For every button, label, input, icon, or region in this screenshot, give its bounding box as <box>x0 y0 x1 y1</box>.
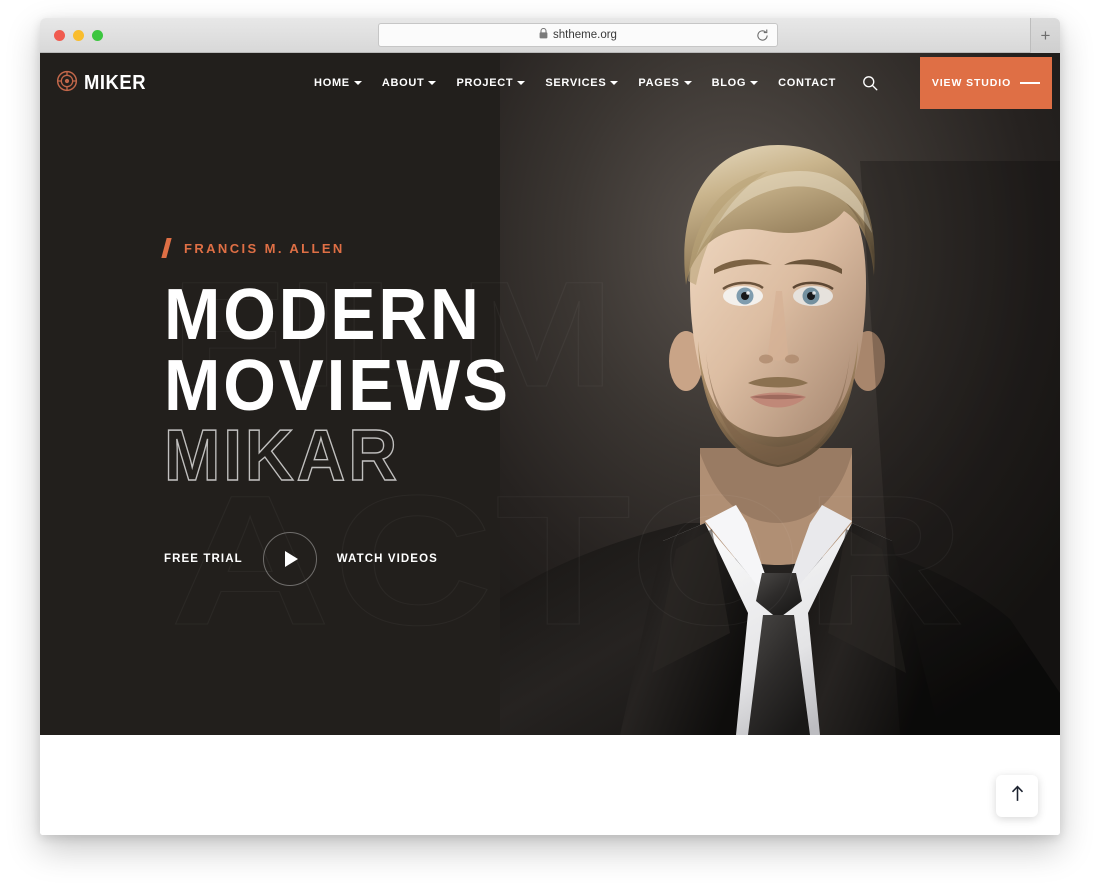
hero-headline: MODERN MOVIEWS MIKAR <box>163 275 511 497</box>
nav-item-project[interactable]: PROJECT <box>456 77 526 89</box>
nav-label: BLOG <box>711 77 747 89</box>
hero-actions: FREE TRIAL WATCH VIDEOS <box>164 531 533 586</box>
play-video-button[interactable] <box>262 531 317 586</box>
scroll-to-top-button[interactable] <box>996 775 1038 817</box>
hero-eyebrow: FRANCIS M. ALLEN <box>161 238 533 258</box>
reload-icon[interactable] <box>756 29 769 47</box>
nav-item-home[interactable]: HOME <box>314 77 362 89</box>
lock-icon <box>539 26 548 44</box>
nav-label: SERVICES <box>545 77 607 89</box>
chevron-down-icon <box>517 81 526 85</box>
hero-content: FRANCIS M. ALLEN MODERN MOVIEWS MIKAR FR… <box>161 238 533 586</box>
address-bar[interactable]: shtheme.org <box>378 23 778 47</box>
play-icon <box>285 550 299 567</box>
nav-item-pages[interactable]: PAGES <box>638 77 692 89</box>
dash-icon <box>1020 82 1041 84</box>
address-bar-content: shtheme.org <box>539 26 617 44</box>
headline-line-2: MOVIEWS <box>164 345 511 426</box>
chevron-down-icon <box>428 81 437 85</box>
nav-label: ABOUT <box>381 77 425 89</box>
page-body-below-hero <box>40 735 1060 835</box>
main-navigation: HOME ABOUT PROJECT SERVICES PAGES BLOG C… <box>314 57 1060 109</box>
nav-item-blog[interactable]: BLOG <box>712 77 759 89</box>
chevron-down-icon <box>610 81 619 85</box>
maximize-window-button[interactable] <box>92 29 103 41</box>
film-reel-icon <box>56 70 78 97</box>
nav-item-contact[interactable]: CONTACT <box>778 77 836 89</box>
view-studio-label: VIEW STUDIO <box>931 77 1012 89</box>
site-logo-text: MIKER <box>84 71 147 94</box>
nav-label: PROJECT <box>456 77 514 89</box>
hero-eyebrow-text: FRANCIS M. ALLEN <box>184 240 345 256</box>
browser-window: shtheme.org + FILM MIKER HOME ABOUT PROJ… <box>40 18 1060 835</box>
url-text: shtheme.org <box>553 29 617 41</box>
close-window-button[interactable] <box>54 29 65 41</box>
browser-chrome-bar: shtheme.org + <box>40 18 1060 53</box>
hero-section: FILM ACTOR MIKER <box>40 53 1060 735</box>
chevron-down-icon <box>750 81 759 85</box>
minimize-window-button[interactable] <box>73 29 84 41</box>
arrow-up-icon <box>1011 785 1024 807</box>
nav-label: CONTACT <box>778 77 836 89</box>
window-controls <box>54 29 103 41</box>
hero-portrait-image <box>500 53 1060 735</box>
page-viewport: FILM ACTOR MIKER <box>40 53 1060 835</box>
slash-icon <box>161 238 172 258</box>
new-tab-button[interactable]: + <box>1030 18 1060 53</box>
search-icon[interactable] <box>862 75 878 91</box>
chevron-down-icon <box>353 81 362 85</box>
headline-line-1: MODERN <box>164 275 482 355</box>
free-trial-link[interactable]: FREE TRIAL <box>164 553 243 565</box>
site-logo[interactable]: MIKER <box>56 70 151 97</box>
chevron-down-icon <box>683 81 692 85</box>
headline-line-3: MIKAR <box>163 416 400 497</box>
watch-videos-link[interactable]: WATCH VIDEOS <box>337 553 438 565</box>
nav-label: HOME <box>314 77 350 89</box>
view-studio-button[interactable]: VIEW STUDIO <box>920 57 1052 109</box>
site-header: MIKER HOME ABOUT PROJECT SERVICES PAGES … <box>40 53 1060 113</box>
nav-label: PAGES <box>638 77 680 89</box>
nav-item-about[interactable]: ABOUT <box>382 77 437 89</box>
nav-item-services[interactable]: SERVICES <box>545 77 619 89</box>
